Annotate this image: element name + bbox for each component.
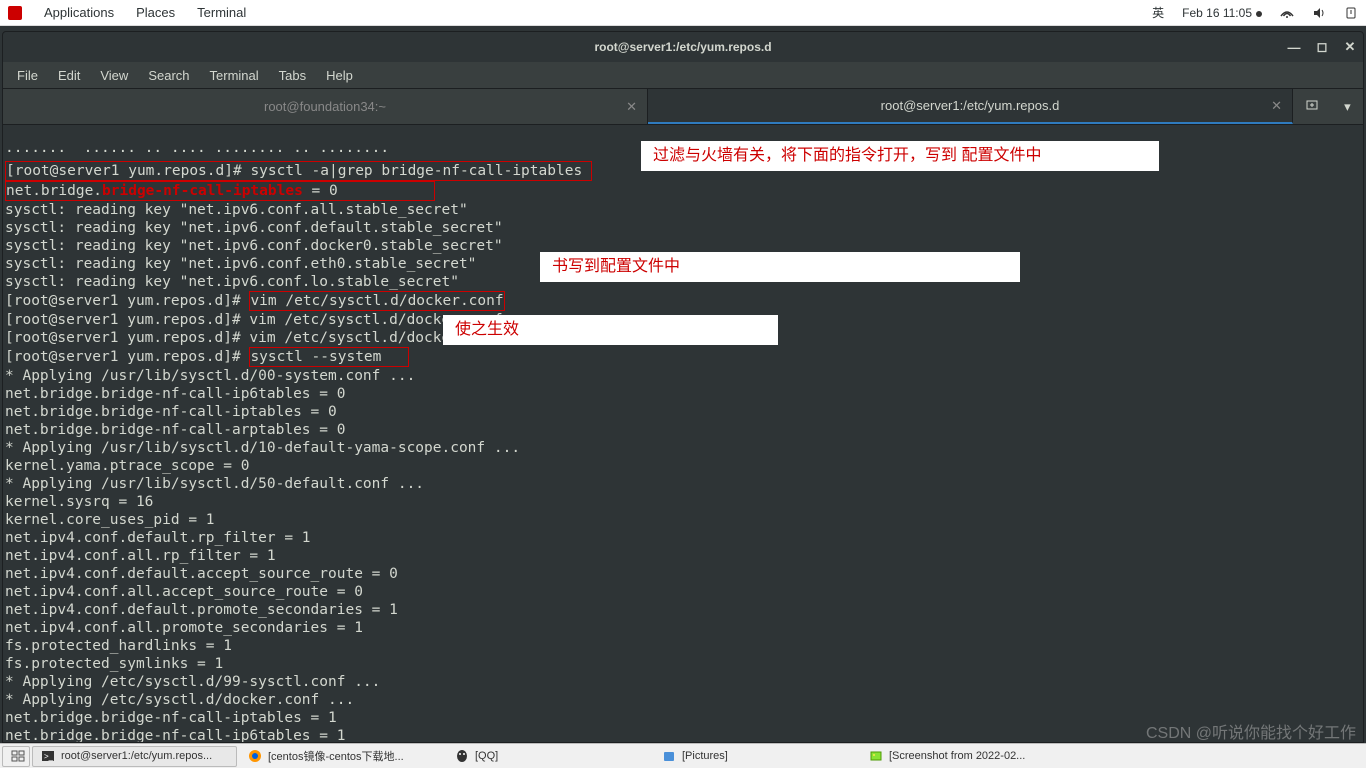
annotation-3: 使之生效 <box>443 315 778 345</box>
applications-menu[interactable]: Applications <box>44 5 114 20</box>
window-title: root@server1:/etc/yum.repos.d <box>594 40 771 54</box>
task-image[interactable]: [Screenshot from 2022-02... <box>860 746 1065 767</box>
tabbar: root@foundation34:~ ✕ root@server1:/etc/… <box>3 89 1363 125</box>
menubar: File Edit View Search Terminal Tabs Help <box>3 62 1363 89</box>
task-terminal[interactable]: >_ root@server1:/etc/yum.repos... <box>32 746 237 767</box>
desktop-icon <box>11 749 25 763</box>
new-tab-button[interactable] <box>1299 98 1325 115</box>
terminal-icon: >_ <box>41 749 55 763</box>
task-browser[interactable]: [centos镜像-centos下载地... <box>239 746 444 767</box>
tab-foundation34[interactable]: root@foundation34:~ ✕ <box>3 89 648 124</box>
places-menu[interactable]: Places <box>136 5 175 20</box>
ime-indicator[interactable]: 英 <box>1152 4 1164 21</box>
taskbar: >_ root@server1:/etc/yum.repos... [cento… <box>0 743 1366 768</box>
close-button[interactable]: ✕ <box>1343 40 1357 54</box>
task-label: [Pictures] <box>682 750 728 762</box>
menu-help[interactable]: Help <box>316 64 363 87</box>
network-icon[interactable] <box>1280 6 1294 20</box>
task-qq[interactable]: [QQ] <box>446 746 651 767</box>
task-label: root@server1:/etc/yum.repos... <box>61 750 212 762</box>
power-icon[interactable] <box>1344 6 1358 20</box>
maximize-button[interactable]: ◻ <box>1315 40 1329 54</box>
firefox-icon <box>248 749 262 763</box>
menu-file[interactable]: File <box>7 64 48 87</box>
tab-close-icon[interactable]: ✕ <box>626 99 637 115</box>
window-titlebar[interactable]: root@server1:/etc/yum.repos.d — ◻ ✕ <box>3 32 1363 62</box>
terminal-output[interactable]: ······· ······ ·· ···· ········ ·· ·····… <box>3 125 1363 742</box>
task-label: [centos镜像-centos下载地... <box>268 748 404 764</box>
menu-terminal[interactable]: Terminal <box>200 64 269 87</box>
tab-server1[interactable]: root@server1:/etc/yum.repos.d ✕ <box>648 89 1293 124</box>
show-desktop-button[interactable] <box>2 746 30 767</box>
menu-search[interactable]: Search <box>138 64 199 87</box>
folder-icon <box>662 749 676 763</box>
activities-icon[interactable] <box>8 6 22 20</box>
volume-icon[interactable] <box>1312 6 1326 20</box>
clock[interactable]: Feb 16 11:05 <box>1182 6 1262 20</box>
tab-menu-button[interactable]: ▾ <box>1338 99 1357 115</box>
terminal-window: root@server1:/etc/yum.repos.d — ◻ ✕ File… <box>2 31 1364 743</box>
qq-icon <box>455 749 469 763</box>
task-files[interactable]: [Pictures] <box>653 746 858 767</box>
annotation-1: 过滤与火墙有关，将下面的指令打开，写到 配置文件中 <box>641 141 1159 171</box>
task-label: [Screenshot from 2022-02... <box>889 750 1025 762</box>
gnome-topbar: Applications Places Terminal 英 Feb 16 11… <box>0 0 1366 26</box>
minimize-button[interactable]: — <box>1287 40 1301 54</box>
tab-label: root@server1:/etc/yum.repos.d <box>881 98 1060 113</box>
svg-text:>_: >_ <box>44 752 54 761</box>
menu-view[interactable]: View <box>90 64 138 87</box>
menu-tabs[interactable]: Tabs <box>269 64 316 87</box>
annotation-2: 书写到配置文件中 <box>540 252 1020 282</box>
menu-edit[interactable]: Edit <box>48 64 90 87</box>
tab-close-icon[interactable]: ✕ <box>1271 98 1282 114</box>
tab-label: root@foundation34:~ <box>264 99 386 114</box>
terminal-indicator[interactable]: Terminal <box>197 5 246 20</box>
image-icon <box>869 749 883 763</box>
task-label: [QQ] <box>475 750 498 762</box>
